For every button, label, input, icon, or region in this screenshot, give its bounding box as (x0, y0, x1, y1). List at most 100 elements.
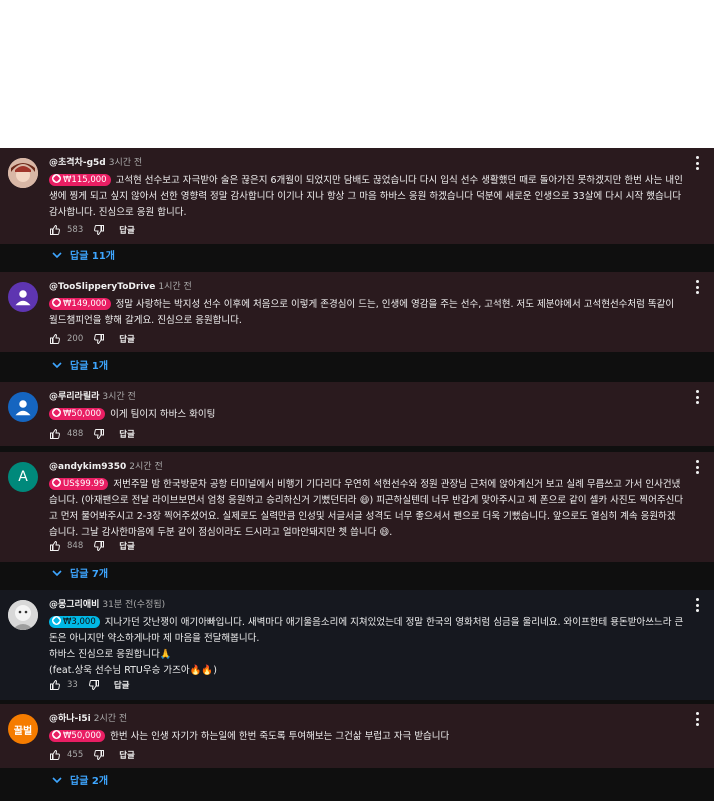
reply-button[interactable]: 답글 (119, 333, 135, 345)
comment-body: @초격차-g5d 3시간 전 ₩115,000 고석현 선수보고 자극받아 술은 끊… (49, 156, 684, 221)
super-thanks-amount: ₩3,000 (63, 617, 96, 627)
super-thanks-amount: ₩50,000 (63, 731, 102, 741)
like-count: 848 (67, 541, 84, 551)
replies-count: 답글 1개 (70, 361, 109, 372)
author-name[interactable]: @TooSlipperyToDrive (49, 282, 155, 292)
reply-button[interactable]: 답글 (119, 749, 135, 761)
comment-content: 정말 사랑하는 박지성 선수 이후에 처음으로 이렇게 존경심이 드는, 인생에… (49, 299, 675, 326)
author-name[interactable]: @초격차-g5d (49, 158, 106, 168)
dislike-icon[interactable] (93, 333, 105, 345)
dislike-icon[interactable] (93, 540, 105, 552)
comment-text: ₩3,000 지나가던 갓난쟁이 애기아빠입니다. 새벽마다 애기울음소리에 지쳐… (49, 615, 684, 679)
comment-body: @TooSlipperyToDrive 1시간 전 ₩149,000 정말 사랑하는… (49, 280, 684, 329)
view-replies-button[interactable]: 답글 2개 (52, 772, 108, 787)
comment-text: ₩115,000 고석현 선수보고 자극받아 술은 끊은지 6개월이 되었지만 담… (49, 173, 684, 221)
super-thanks-icon (52, 478, 61, 487)
like-icon[interactable] (49, 749, 61, 761)
avatar[interactable] (8, 282, 38, 312)
author-name[interactable]: @루리라릴라 (49, 392, 99, 402)
chevron-down-icon (52, 251, 62, 258)
super-thanks-icon (52, 616, 61, 625)
chevron-down-icon (52, 776, 62, 783)
timestamp[interactable]: 31분 전(수정됨) (102, 600, 165, 610)
comment-actions: 583 답글 (49, 224, 135, 236)
comment-4: A @andykim9350 2시간 전 US$99.99 저번주말 밤 한국방문차… (0, 452, 714, 562)
super-thanks-badge: ₩3,000 (49, 616, 100, 628)
timestamp[interactable]: 3시간 전 (109, 158, 142, 168)
replies-count: 답글 11개 (70, 251, 115, 262)
super-thanks-icon (52, 174, 61, 183)
author-name[interactable]: @하나-i5i (49, 714, 91, 724)
super-thanks-amount: ₩149,000 (63, 299, 107, 309)
comment-body: @andykim9350 2시간 전 US$99.99 저번주말 밤 한국방문차 공… (49, 460, 684, 541)
super-thanks-icon (52, 408, 61, 417)
timestamp[interactable]: 2시간 전 (94, 714, 127, 724)
comment-text: US$99.99 저번주말 밤 한국방문차 공항 터미널에서 비행기 기다리다 우… (49, 477, 684, 541)
comment-content: 이게 팀이지 하바스 화이팅 (110, 409, 216, 420)
timestamp[interactable]: 3시간 전 (102, 392, 135, 402)
more-actions-icon[interactable] (692, 156, 702, 170)
view-replies-button[interactable]: 답글 11개 (52, 247, 115, 262)
comments-panel: @초격차-g5d 3시간 전 ₩115,000 고석현 선수보고 자극받아 술은 끊… (0, 148, 714, 801)
super-thanks-icon (52, 730, 61, 739)
author-name[interactable]: @andykim9350 (49, 462, 126, 472)
comment-actions: 455 답글 (49, 749, 135, 761)
comment-actions: 33 답글 (49, 679, 129, 691)
avatar[interactable] (8, 392, 38, 422)
comment-actions: 488 답글 (49, 428, 135, 440)
comment-content: 한번 사는 인생 자기가 하는일에 한번 죽도록 투여해보는 그건삶 부럽고 자… (110, 731, 450, 742)
more-actions-icon[interactable] (692, 598, 702, 612)
timestamp[interactable]: 1시간 전 (158, 282, 191, 292)
comment-content: 고석현 선수보고 자극받아 술은 끊은지 6개월이 되었지만 담배도 끊었습니다… (49, 175, 683, 218)
chevron-down-icon (52, 569, 62, 576)
super-thanks-amount: ₩115,000 (63, 175, 107, 185)
comment-6: 꿀벌 @하나-i5i 2시간 전 ₩50,000 한번 사는 인생 자기가 하는일에… (0, 704, 714, 768)
avatar[interactable] (8, 600, 38, 630)
comment-body: @루리라릴라 3시간 전 ₩50,000 이게 팀이지 하바스 화이팅 (49, 390, 684, 423)
view-replies-button[interactable]: 답글 7개 (52, 565, 108, 580)
reply-button[interactable]: 답글 (119, 428, 135, 440)
super-thanks-badge: ₩115,000 (49, 174, 111, 186)
replies-count: 답글 2개 (70, 776, 109, 787)
avatar[interactable]: 꿀벌 (8, 714, 38, 744)
comment-5: @몽그리애비 31분 전(수정됨) ₩3,000 지나가던 갓난쟁이 애기아빠입니다… (0, 590, 714, 700)
replies-count: 답글 7개 (70, 569, 109, 580)
dislike-icon[interactable] (93, 428, 105, 440)
more-actions-icon[interactable] (692, 460, 702, 474)
view-replies-button[interactable]: 답글 1개 (52, 357, 108, 372)
dislike-icon[interactable] (93, 749, 105, 761)
comment-actions: 200 답글 (49, 333, 135, 345)
like-icon[interactable] (49, 333, 61, 345)
comment-actions: 848 답글 (49, 540, 135, 552)
timestamp[interactable]: 2시간 전 (129, 462, 162, 472)
super-thanks-badge: ₩50,000 (49, 730, 106, 742)
more-actions-icon[interactable] (692, 390, 702, 404)
more-actions-icon[interactable] (692, 280, 702, 294)
super-thanks-amount: US$99.99 (63, 479, 105, 489)
super-thanks-badge: ₩149,000 (49, 298, 111, 310)
reply-button[interactable]: 답글 (114, 679, 130, 691)
like-count: 488 (67, 429, 84, 439)
avatar[interactable]: A (8, 462, 38, 492)
comment-body: @하나-i5i 2시간 전 ₩50,000 한번 사는 인생 자기가 하는일에 한번… (49, 712, 684, 745)
super-thanks-badge: US$99.99 (49, 478, 109, 490)
dislike-icon[interactable] (93, 224, 105, 236)
comment-text: ₩149,000 정말 사랑하는 박지성 선수 이후에 처음으로 이렇게 존경심이… (49, 297, 684, 329)
like-icon[interactable] (49, 540, 61, 552)
like-count: 455 (67, 750, 84, 760)
like-icon[interactable] (49, 224, 61, 236)
reply-button[interactable]: 답글 (119, 540, 135, 552)
like-icon[interactable] (49, 428, 61, 440)
like-count: 583 (67, 225, 84, 235)
like-count: 200 (67, 334, 84, 344)
comment-content: 저번주말 밤 한국방문차 공항 터미널에서 비행기 기다리다 우연히 석현선수와… (49, 479, 684, 538)
like-icon[interactable] (49, 679, 61, 691)
author-name[interactable]: @몽그리애비 (49, 600, 99, 610)
comment-content: 지나가던 갓난쟁이 애기아빠입니다. 새벽마다 애기울음소리에 지쳐있었는데 정… (49, 617, 684, 676)
reply-button[interactable]: 답글 (119, 224, 135, 236)
more-actions-icon[interactable] (692, 712, 702, 726)
super-thanks-icon (52, 298, 61, 307)
avatar[interactable] (8, 158, 38, 188)
dislike-icon[interactable] (88, 679, 100, 691)
comment-text: ₩50,000 한번 사는 인생 자기가 하는일에 한번 죽도록 투여해보는 그건… (49, 729, 684, 745)
